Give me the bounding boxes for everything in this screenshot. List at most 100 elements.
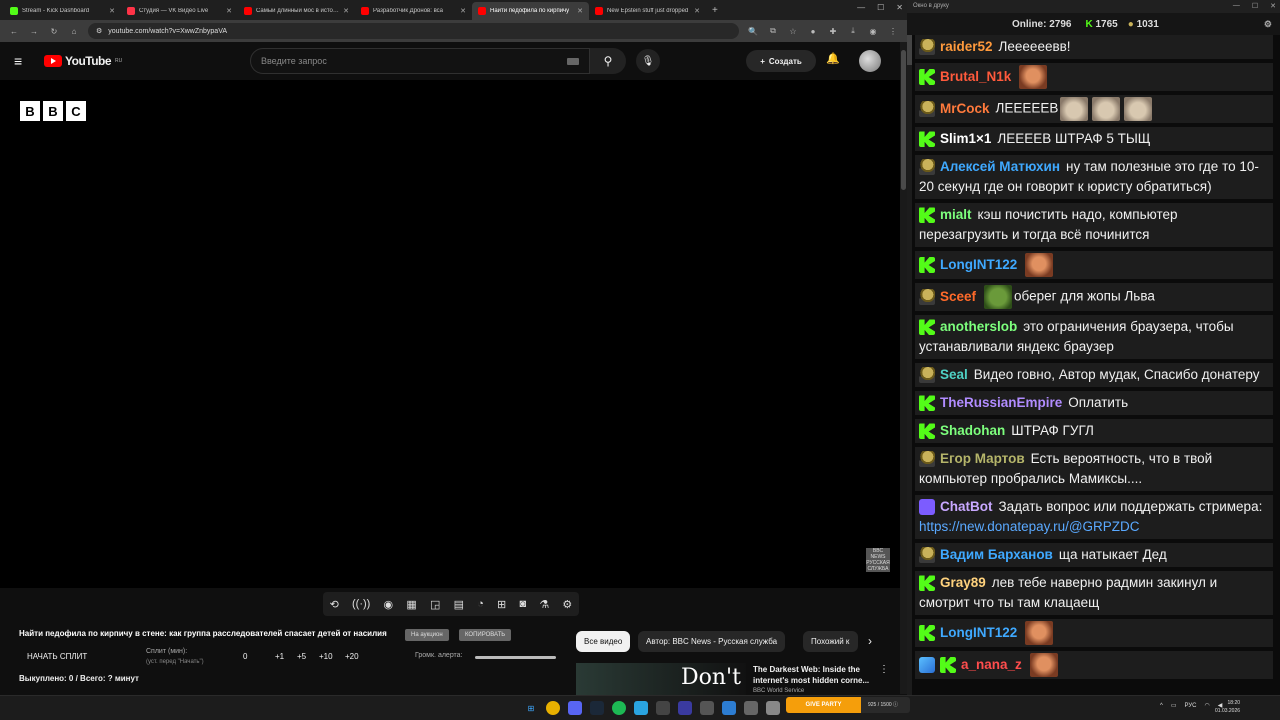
- chip-similar[interactable]: Похожий к: [803, 631, 858, 652]
- chat-settings-icon[interactable]: ⚙: [1264, 19, 1272, 30]
- app-icon[interactable]: [766, 701, 780, 715]
- chat-username[interactable]: Sceef: [940, 289, 976, 304]
- clapper-icon[interactable]: ▦: [406, 598, 416, 611]
- add-1-button[interactable]: +1: [275, 652, 284, 661]
- chat-username[interactable]: a_nana_z: [961, 657, 1022, 672]
- minimize-icon[interactable]: —: [1233, 2, 1240, 10]
- tab-close-icon[interactable]: ✕: [460, 7, 466, 15]
- app-icon[interactable]: [678, 701, 692, 715]
- create-button[interactable]: + Создать: [746, 50, 816, 72]
- back-icon[interactable]: ←: [8, 27, 20, 36]
- spotify-icon[interactable]: [612, 701, 626, 715]
- chat-username[interactable]: Seal: [940, 367, 968, 382]
- minimize-icon[interactable]: —: [857, 3, 865, 12]
- channel-watermark[interactable]: BBC NEWS РУССКАЯ СЛУЖБА: [866, 548, 890, 572]
- extensions-puzzle-icon[interactable]: ✚: [827, 27, 839, 36]
- wifi-icon[interactable]: ◠: [1205, 702, 1210, 709]
- home-icon[interactable]: ⌂: [68, 27, 80, 36]
- avatar[interactable]: [859, 50, 881, 72]
- flask-icon[interactable]: ⚗: [539, 598, 549, 611]
- picture-in-picture-icon[interactable]: ◲: [430, 598, 440, 611]
- browser-tab[interactable]: New Epstein stuff just dropped ✕: [589, 2, 706, 20]
- copy-chip[interactable]: КОПИРОВАТЬ: [459, 629, 512, 641]
- site-info-icon[interactable]: ⚙: [96, 27, 102, 35]
- chat-username[interactable]: LongINT122: [940, 257, 1017, 272]
- browser-tab[interactable]: Самый длинный мос в истори ✕: [238, 2, 355, 20]
- speed-gauge-icon[interactable]: ◔: [477, 598, 484, 610]
- chat-scrollbar[interactable]: [907, 35, 912, 695]
- close-icon[interactable]: ✕: [896, 3, 903, 12]
- chat-username[interactable]: Алексей Матюхин: [940, 159, 1060, 174]
- hamburger-menu-icon[interactable]: ≡: [14, 53, 44, 69]
- clock[interactable]: 18:20 01.03.2026: [1215, 699, 1240, 715]
- start-split-button[interactable]: НАЧАТЬ СПЛИТ: [27, 652, 87, 661]
- language-indicator[interactable]: РУС: [1185, 703, 1197, 709]
- broadcast-icon[interactable]: ((·)): [352, 598, 370, 610]
- bookmark-star-icon[interactable]: ☆: [787, 27, 799, 36]
- chat-username[interactable]: Вадим Барханов: [940, 547, 1053, 562]
- add-5-button[interactable]: +5: [297, 652, 306, 661]
- loop-icon[interactable]: ⟲: [330, 598, 339, 611]
- scrollbar-thumb[interactable]: [901, 50, 906, 190]
- start-icon[interactable]: ⊞: [524, 701, 538, 715]
- settings-gear-icon[interactable]: ⚙: [562, 598, 572, 611]
- menu-dots-icon[interactable]: ⋮: [887, 27, 899, 36]
- youtube-logo[interactable]: YouTube RU: [44, 54, 122, 68]
- extension-icon[interactable]: ●: [807, 27, 819, 36]
- new-tab-button[interactable]: +: [706, 5, 724, 16]
- chevron-right-icon[interactable]: ›: [868, 634, 872, 648]
- telegram-icon[interactable]: [634, 701, 648, 715]
- add-10-button[interactable]: +10: [319, 652, 333, 661]
- chat-username[interactable]: ChatBot: [940, 499, 993, 514]
- keyboard-icon[interactable]: [567, 57, 579, 65]
- search-input[interactable]: Введите запрос: [250, 48, 590, 74]
- browser-tab[interactable]: Найти педофила по кирпичу ✕: [472, 2, 589, 20]
- page-scrollbar[interactable]: [900, 42, 907, 694]
- chat-link[interactable]: https://new.donatepay.ru/@GRPZDC: [919, 519, 1140, 534]
- chat-username[interactable]: mialt: [940, 207, 972, 222]
- chip-author[interactable]: Автор: BBC News - Русская служба: [638, 631, 786, 652]
- steam-icon[interactable]: [590, 701, 604, 715]
- reload-icon[interactable]: ↻: [48, 27, 60, 36]
- auction-chip[interactable]: На аукцион: [405, 629, 449, 641]
- tab-close-icon[interactable]: ✕: [109, 7, 115, 15]
- tab-close-icon[interactable]: ✕: [343, 7, 349, 15]
- related-video-thumbnail[interactable]: Don't: [576, 663, 746, 695]
- add-clip-icon[interactable]: ⊞: [497, 598, 506, 611]
- tab-close-icon[interactable]: ✕: [694, 7, 700, 15]
- voice-search-button[interactable]: 🎙: [636, 49, 660, 73]
- chat-username[interactable]: Егор Мартов: [940, 451, 1025, 466]
- download-icon[interactable]: ⤓: [847, 26, 859, 36]
- search-button[interactable]: ⚲: [590, 48, 626, 74]
- chat-username[interactable]: Shadohan: [940, 423, 1005, 438]
- zoom-icon[interactable]: 🔍: [747, 27, 759, 36]
- chat-username[interactable]: MrCock: [940, 101, 990, 116]
- related-video-title[interactable]: The Darkest Web: Inside the internet's m…: [753, 664, 875, 686]
- notifications-bell-icon[interactable]: 🔔: [826, 52, 840, 65]
- app-icon[interactable]: [722, 701, 736, 715]
- cast-icon[interactable]: ⧉: [767, 26, 779, 36]
- more-options-icon[interactable]: ⋮: [879, 664, 889, 675]
- chat-username[interactable]: raider52: [940, 39, 993, 54]
- frames-icon[interactable]: ▤: [454, 598, 464, 611]
- chat-username[interactable]: Gray89: [940, 575, 986, 590]
- chat-username[interactable]: TheRussianEmpire: [940, 395, 1062, 410]
- alert-volume-slider[interactable]: [475, 656, 556, 659]
- address-bar[interactable]: ⚙ youtube.com/watch?v=XwwZnbypaVA: [88, 23, 739, 39]
- related-video-channel[interactable]: BBC World Service: [753, 688, 804, 694]
- eye-icon[interactable]: ◉: [384, 598, 394, 611]
- discord-icon[interactable]: [568, 701, 582, 715]
- network-icon[interactable]: ▭: [1171, 702, 1177, 709]
- chat-username[interactable]: Slim1×1: [940, 131, 991, 146]
- app-icon[interactable]: [744, 701, 758, 715]
- obs-icon[interactable]: [656, 701, 670, 715]
- chat-username[interactable]: anotherslob: [940, 319, 1017, 334]
- screenshot-camera-icon[interactable]: ◙: [519, 598, 526, 610]
- tab-close-icon[interactable]: ✕: [577, 7, 583, 15]
- chat-username[interactable]: LongINT122: [940, 625, 1017, 640]
- chrome-icon[interactable]: [546, 701, 560, 715]
- video-player[interactable]: B B C BBC NEWS РУССКАЯ СЛУЖБА: [0, 80, 900, 588]
- chat-username[interactable]: Brutal_N1k: [940, 69, 1011, 84]
- forward-icon[interactable]: →: [28, 27, 40, 36]
- profile-icon[interactable]: ◉: [867, 27, 879, 36]
